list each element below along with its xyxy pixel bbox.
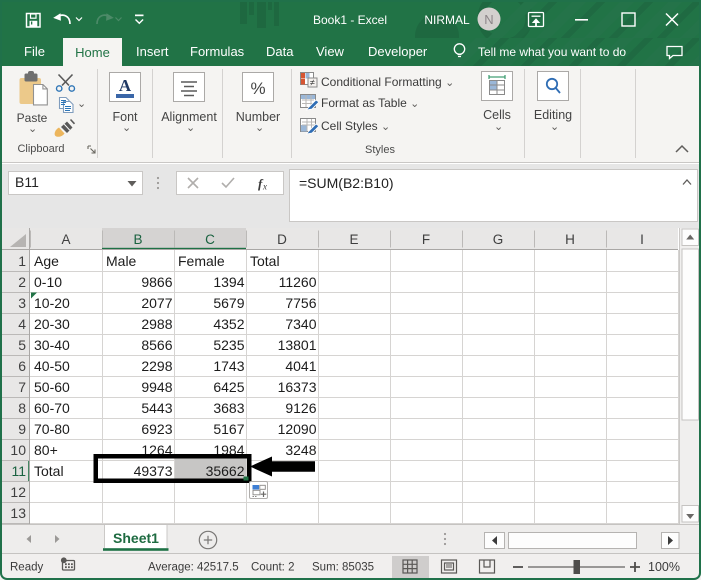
svg-text:2077: 2077 xyxy=(141,295,172,311)
svg-text:10-20: 10-20 xyxy=(34,295,70,311)
svg-text:4352: 4352 xyxy=(213,316,244,332)
svg-text:8566: 8566 xyxy=(141,337,172,353)
svg-text:16373: 16373 xyxy=(278,379,317,395)
svg-text:49373: 49373 xyxy=(134,463,173,479)
svg-text:C: C xyxy=(205,232,215,247)
svg-text:10: 10 xyxy=(10,442,26,458)
svg-text:60-70: 60-70 xyxy=(34,400,70,416)
svg-text:Book1 - Excel: Book1 - Excel xyxy=(313,13,387,27)
svg-text:%: % xyxy=(250,79,265,98)
svg-text:G: G xyxy=(493,232,504,247)
svg-text:9126: 9126 xyxy=(285,400,316,416)
svg-text:1: 1 xyxy=(18,253,26,269)
svg-text:Age: Age xyxy=(34,253,59,269)
svg-text:Total: Total xyxy=(250,253,280,269)
svg-text:0-10: 0-10 xyxy=(34,274,62,290)
svg-text:9: 9 xyxy=(18,421,26,437)
svg-text:5443: 5443 xyxy=(141,400,172,416)
svg-text:Sum: 85035: Sum: 85035 xyxy=(312,562,374,574)
svg-text:9948: 9948 xyxy=(141,379,172,395)
svg-text:2298: 2298 xyxy=(141,358,172,374)
svg-text:35662: 35662 xyxy=(206,463,245,479)
svg-text:1743: 1743 xyxy=(213,358,244,374)
svg-text:11: 11 xyxy=(11,463,26,479)
svg-text:D: D xyxy=(277,232,287,247)
svg-text:5167: 5167 xyxy=(213,421,244,437)
svg-text:Total: Total xyxy=(34,463,64,479)
svg-text:F: F xyxy=(422,232,430,247)
svg-text:8: 8 xyxy=(18,400,26,416)
svg-text:3683: 3683 xyxy=(213,400,244,416)
svg-text:A: A xyxy=(61,232,70,247)
svg-text:4: 4 xyxy=(18,316,26,332)
svg-text:7756: 7756 xyxy=(285,295,316,311)
svg-text:5679: 5679 xyxy=(213,295,244,311)
svg-text:70-80: 70-80 xyxy=(34,421,70,437)
svg-text:Male: Male xyxy=(106,253,137,269)
svg-text:20-30: 20-30 xyxy=(34,316,70,332)
svg-text:9866: 9866 xyxy=(141,274,172,290)
svg-text:Count: 2: Count: 2 xyxy=(251,562,294,574)
svg-text:6425: 6425 xyxy=(213,379,244,395)
svg-text:80+: 80+ xyxy=(34,442,58,458)
svg-text:11260: 11260 xyxy=(279,274,317,290)
svg-text:H: H xyxy=(565,232,575,247)
svg-text:13801: 13801 xyxy=(278,337,317,353)
svg-text:Average: 42517.5: Average: 42517.5 xyxy=(148,562,239,574)
svg-text:3: 3 xyxy=(18,295,26,311)
svg-text:6923: 6923 xyxy=(141,421,172,437)
svg-text:2: 2 xyxy=(18,274,26,290)
svg-text:x: x xyxy=(262,182,267,192)
svg-text:6: 6 xyxy=(18,358,26,374)
svg-text:12090: 12090 xyxy=(278,421,317,437)
svg-text:≠: ≠ xyxy=(310,78,315,88)
svg-text:30-40: 30-40 xyxy=(34,337,70,353)
svg-text:A: A xyxy=(119,76,132,95)
svg-text:N: N xyxy=(484,12,493,27)
svg-text:B: B xyxy=(133,232,142,247)
svg-text:1394: 1394 xyxy=(213,274,244,290)
svg-text:5235: 5235 xyxy=(213,337,244,353)
svg-text:50-60: 50-60 xyxy=(34,379,70,395)
svg-text:Sheet1: Sheet1 xyxy=(113,530,159,546)
svg-text:I: I xyxy=(640,232,644,247)
svg-text:7340: 7340 xyxy=(285,316,316,332)
svg-text:5: 5 xyxy=(18,337,26,353)
svg-text:2988: 2988 xyxy=(141,316,172,332)
svg-text:Female: Female xyxy=(178,253,225,269)
svg-text:13: 13 xyxy=(10,505,26,521)
svg-text:Ready: Ready xyxy=(10,562,43,574)
svg-text:NIRMAL: NIRMAL xyxy=(424,13,470,27)
svg-text:3248: 3248 xyxy=(285,442,316,458)
svg-text:E: E xyxy=(349,232,358,247)
svg-text:40-50: 40-50 xyxy=(34,358,70,374)
svg-text:12: 12 xyxy=(10,484,26,500)
svg-text:7: 7 xyxy=(18,379,26,395)
svg-text:100%: 100% xyxy=(648,560,680,574)
svg-text:4041: 4041 xyxy=(285,358,316,374)
